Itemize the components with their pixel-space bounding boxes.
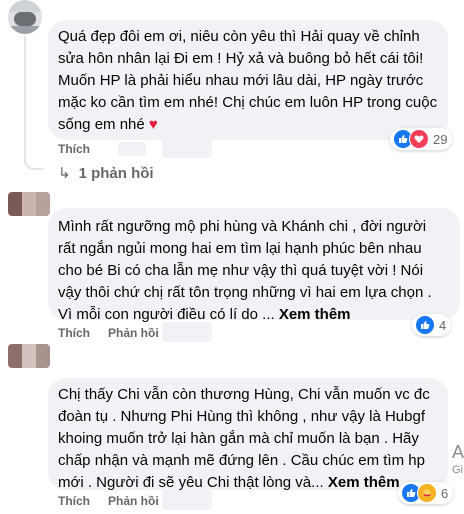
reaction-count: 4 [439, 317, 447, 333]
reply-button[interactable]: Phản hồi [108, 494, 159, 508]
comment-text-line: Mình rất ngưỡng mộ phi hùng và Khánh chi… [58, 218, 427, 235]
reply-arrow-icon: ↳ [58, 165, 71, 182]
comment-actions: Thích Phản hồi [58, 326, 177, 340]
comment-text-line: đoàn tụ . Nhưng Phi Hùng thì không , như… [58, 408, 425, 425]
comment-text-line: Vì mỗi con người điều có lí do ... [58, 306, 275, 323]
comment-bubble: Mình rất ngưỡng mộ phi hùng và Khánh chi… [48, 208, 460, 323]
comment-text-line: Chị thấy Chi vẫn còn thương Hùng, Chi vẫ… [58, 386, 430, 403]
comment-text-line: mới . Người đi sẽ yêu Chi thật lòng và..… [58, 474, 324, 491]
reaction-count: 6 [441, 485, 449, 501]
comment-actions: Thích Phản hồi [58, 494, 177, 508]
reaction-count: 29 [433, 131, 448, 147]
view-replies-link[interactable]: ↳ 1 phản hồi [58, 164, 154, 182]
heart-emoji-icon: ♥ [148, 116, 158, 133]
like-button[interactable]: Thích [58, 494, 90, 508]
comment-text-line: khoing muốn trở lại hàn gắn mà chỉ muốn … [58, 430, 419, 447]
love-reaction-icon [409, 129, 429, 149]
comment-actions: Thích [58, 142, 108, 156]
like-button[interactable]: Thích [58, 142, 90, 156]
comment-text-line: vậy thôi chứ chị rất tôn trọng những vì … [58, 284, 432, 301]
comment-text-line: mặc ko cần tìm em nhé! Chị chúc em luôn … [58, 94, 438, 111]
avatar[interactable] [8, 0, 42, 34]
see-more-link[interactable]: Xem thêm [328, 474, 400, 491]
comment-text-line: sửa hôn nhân lại Đi em ! Hỷ xả và buông … [58, 50, 424, 67]
comment-text-line: Muốn HP là phải hiểu nhau mới lâu dài, H… [58, 72, 424, 89]
side-partial-text: Gi [452, 464, 463, 476]
replies-count-label: 1 phản hồi [78, 165, 154, 182]
reaction-summary[interactable]: 4 [412, 314, 452, 336]
thread-connector [24, 156, 44, 170]
blurred-action [118, 142, 146, 156]
care-reaction-icon [417, 483, 437, 503]
comment-bubble: Chị thấy Chi vẫn còn thương Hùng, Chi vẫ… [48, 378, 448, 491]
blurred-timestamp [162, 490, 212, 510]
like-reaction-icon [415, 315, 435, 335]
thread-line [24, 36, 26, 162]
comment-text-line: Quá đẹp đôi em ơi, niêu còn yêu thì Hải … [58, 28, 420, 45]
avatar[interactable] [8, 192, 50, 216]
like-button[interactable]: Thích [58, 326, 90, 340]
comment-text-line: sống em nhé [58, 116, 145, 133]
avatar[interactable] [8, 344, 50, 368]
comment-bubble: Quá đẹp đôi em ơi, niêu còn yêu thì Hải … [48, 20, 448, 140]
side-partial-text: A [452, 442, 464, 462]
reply-button[interactable]: Phản hồi [108, 326, 159, 340]
reaction-summary[interactable]: 29 [390, 128, 453, 150]
see-more-link[interactable]: Xem thêm [279, 306, 351, 323]
reaction-summary[interactable]: 6 [398, 482, 454, 504]
comment-text-line: chấp nhận và mạnh mẽ đứng lên . Cầu chúc… [58, 452, 425, 469]
comment-text-line: rất ngắn ngủi mong hai em tìm lại hạnh p… [58, 240, 422, 257]
blurred-timestamp [162, 138, 212, 158]
comment-text-line: cho bé Bi có cha lẫn mẹ như vậy thì quá … [58, 262, 424, 279]
blurred-timestamp [162, 322, 212, 342]
